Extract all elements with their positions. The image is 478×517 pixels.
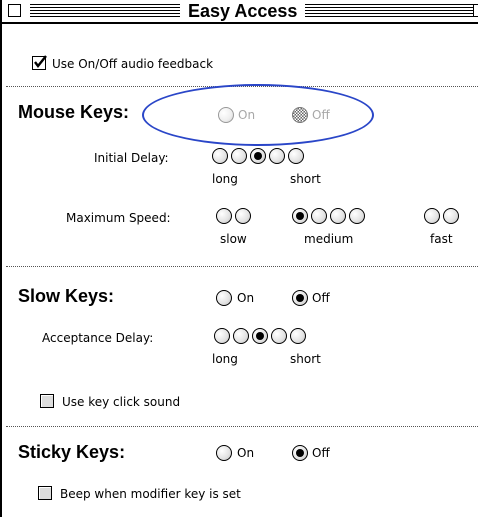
slow-keys-on-radio[interactable] <box>216 290 232 306</box>
initial-delay-label: Initial Delay: <box>94 151 169 165</box>
acceptance-delay-max-label: short <box>290 352 321 366</box>
zoom-box-icon[interactable] <box>473 4 478 17</box>
sticky-keys-on-label: On <box>237 446 255 460</box>
mouse-keys-on-label: On <box>238 108 256 122</box>
audio-feedback-checkbox[interactable] <box>32 55 47 70</box>
maximum-speed-option-6[interactable] <box>349 208 365 224</box>
section-divider <box>6 426 478 427</box>
slow-keys-off-label: Off <box>312 291 330 305</box>
initial-delay-max-label: short <box>290 172 321 186</box>
maximum-speed-label: Maximum Speed: <box>66 211 171 225</box>
maximum-speed-option-3[interactable] <box>292 208 308 224</box>
easy-access-window: Easy Access Use On/Off audio feedback Mo… <box>0 0 478 517</box>
sticky-keys-heading: Sticky Keys: <box>18 442 126 462</box>
mouse-keys-on-radio[interactable] <box>218 107 234 123</box>
slow-keys-on-label: On <box>237 291 255 305</box>
acceptance-delay-option-4[interactable] <box>271 328 287 344</box>
section-divider <box>6 266 478 267</box>
sticky-keys-off-label: Off <box>312 446 330 460</box>
mouse-keys-off-radio[interactable] <box>292 107 308 123</box>
maximum-speed-option-5[interactable] <box>330 208 346 224</box>
maximum-speed-slow-label: slow <box>220 232 247 246</box>
acceptance-delay-option-2[interactable] <box>233 328 249 344</box>
maximum-speed-medium-label: medium <box>304 232 354 246</box>
initial-delay-option-5[interactable] <box>288 148 304 164</box>
section-divider <box>6 86 478 87</box>
sticky-keys-on-radio[interactable] <box>216 445 232 461</box>
initial-delay-min-label: long <box>212 172 238 186</box>
acceptance-delay-min-label: long <box>212 352 238 366</box>
key-click-sound-label: Use key click sound <box>62 395 181 409</box>
acceptance-delay-label: Acceptance Delay: <box>42 331 154 345</box>
mouse-keys-heading: Mouse Keys: <box>18 102 130 122</box>
maximum-speed-option-7[interactable] <box>424 208 440 224</box>
checkmark-icon <box>34 55 47 68</box>
maximum-speed-option-4[interactable] <box>311 208 327 224</box>
initial-delay-option-2[interactable] <box>231 148 247 164</box>
acceptance-delay-option-1[interactable] <box>214 328 230 344</box>
maximum-speed-option-8[interactable] <box>443 208 459 224</box>
maximum-speed-option-1[interactable] <box>216 208 232 224</box>
slow-keys-off-radio[interactable] <box>292 290 308 306</box>
acceptance-delay-option-3[interactable] <box>252 328 268 344</box>
slow-keys-heading: Slow Keys: <box>18 286 115 306</box>
highlight-ellipse-annotation <box>142 84 374 146</box>
beep-modifier-checkbox[interactable] <box>38 486 52 500</box>
mouse-keys-off-label: Off <box>312 108 330 122</box>
maximum-speed-fast-label: fast <box>430 232 453 246</box>
sticky-keys-off-radio[interactable] <box>292 445 308 461</box>
key-click-sound-checkbox[interactable] <box>40 394 54 408</box>
initial-delay-option-3[interactable] <box>250 148 266 164</box>
audio-feedback-label: Use On/Off audio feedback <box>52 57 214 71</box>
close-box-icon[interactable] <box>8 4 21 17</box>
acceptance-delay-option-5[interactable] <box>290 328 306 344</box>
initial-delay-option-1[interactable] <box>212 148 228 164</box>
maximum-speed-option-2[interactable] <box>235 208 251 224</box>
title-bar[interactable]: Easy Access <box>2 0 478 24</box>
beep-modifier-label: Beep when modifier key is set <box>60 487 241 501</box>
initial-delay-option-4[interactable] <box>269 148 285 164</box>
window-title: Easy Access <box>180 0 306 22</box>
